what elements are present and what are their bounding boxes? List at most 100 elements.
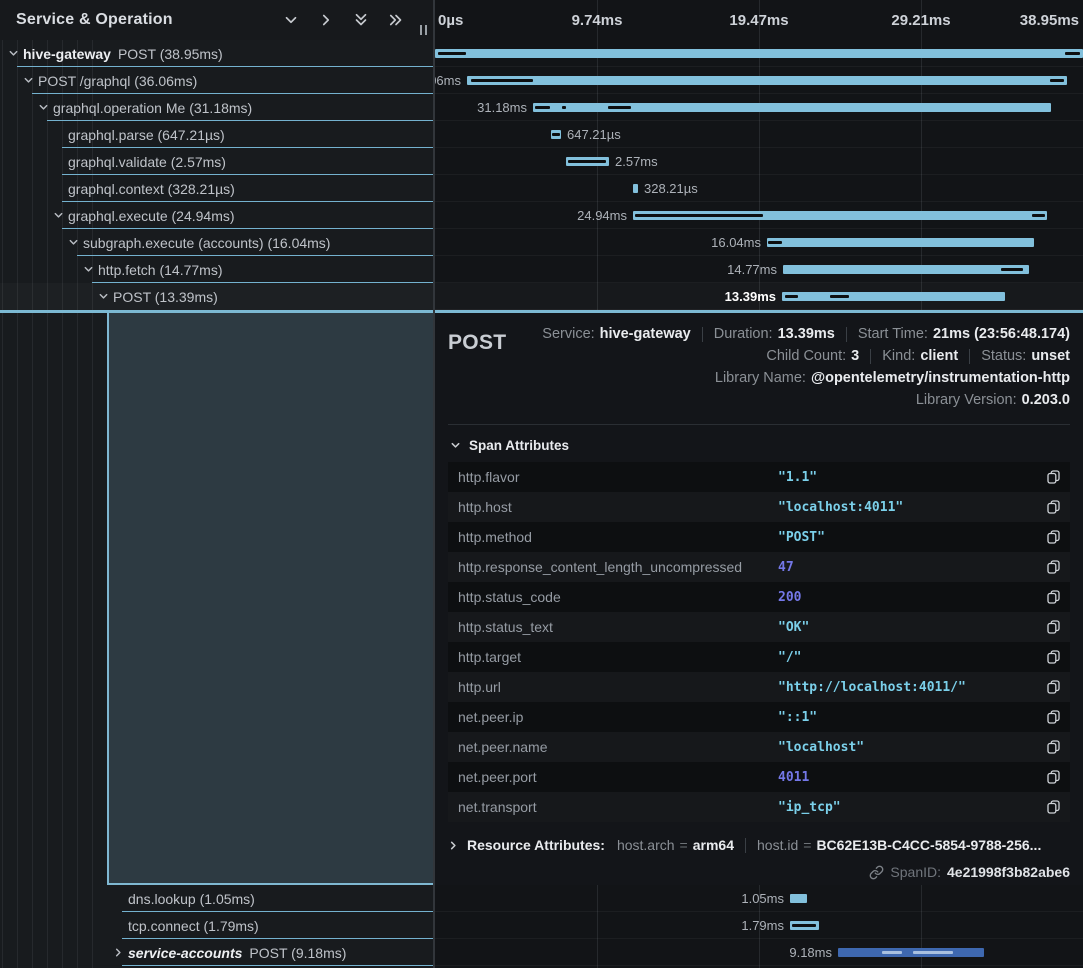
span-row[interactable]: POST (13.39ms) 13.39ms: [0, 283, 1083, 310]
span-timeline-cell[interactable]: 1.05ms: [435, 885, 1083, 912]
span-timeline-cell[interactable]: 31.18ms: [435, 94, 1083, 121]
span-duration-bar[interactable]: [467, 76, 1067, 85]
resource-attributes-row[interactable]: Resource Attributes: host.arch=arm64host…: [448, 837, 1070, 853]
copy-icon[interactable]: [1036, 800, 1070, 814]
span-row[interactable]: service-accountsPOST (9.18ms)9.18ms: [0, 939, 1083, 966]
span-duration-bar[interactable]: [790, 894, 807, 903]
span-duration-bar[interactable]: [790, 921, 819, 930]
attribute-row[interactable]: http.response_content_length_uncompresse…: [448, 552, 1070, 582]
span-tree-item[interactable]: subgraph.execute (accounts) (16.04ms): [0, 229, 435, 256]
span-tree-item[interactable]: tcp.connect (1.79ms): [0, 912, 435, 939]
span-tree-item[interactable]: service-accountsPOST (9.18ms): [0, 939, 435, 966]
span-row[interactable]: subgraph.execute (accounts) (16.04ms)16.…: [0, 229, 1083, 256]
span-row[interactable]: POST /graphql (36.06ms)36.06ms: [0, 67, 1083, 94]
span-duration-bar[interactable]: [533, 103, 1051, 112]
attribute-row[interactable]: http.flavor"1.1": [448, 462, 1070, 492]
attribute-key: http.method: [448, 529, 778, 545]
copy-icon[interactable]: [1036, 650, 1070, 664]
copy-icon[interactable]: [1036, 500, 1070, 514]
span-duration-bar[interactable]: [435, 49, 1083, 58]
double-chevron-down-icon[interactable]: [352, 11, 370, 29]
span-tree-item[interactable]: POST /graphql (36.06ms): [0, 67, 435, 94]
copy-icon[interactable]: [1036, 560, 1070, 574]
copy-icon[interactable]: [1036, 620, 1070, 634]
copy-icon[interactable]: [1036, 470, 1070, 484]
span-timeline-cell[interactable]: 24.94ms: [435, 202, 1083, 229]
copy-icon[interactable]: [1036, 710, 1070, 724]
collapse-chevron-icon[interactable]: [68, 237, 83, 248]
chevron-down-icon[interactable]: [282, 11, 300, 29]
copy-icon[interactable]: [1036, 590, 1070, 604]
attribute-row[interactable]: net.peer.port4011: [448, 762, 1070, 792]
span-tree-item[interactable]: graphql.context (328.21µs): [0, 175, 435, 202]
collapse-chevron-icon[interactable]: [8, 48, 23, 59]
span-tree-item[interactable]: graphql.validate (2.57ms): [0, 148, 435, 175]
span-timeline-cell[interactable]: 13.39ms: [435, 283, 1083, 310]
span-timeline-cell[interactable]: 16.04ms: [435, 229, 1083, 256]
link-icon[interactable]: [869, 865, 884, 880]
span-row[interactable]: hive-gatewayPOST (38.95ms): [0, 40, 1083, 67]
span-row[interactable]: graphql.context (328.21µs)328.21µs: [0, 175, 1083, 202]
span-tree-item[interactable]: graphql.execute (24.94ms): [0, 202, 435, 229]
panel-resize-divider[interactable]: [433, 0, 435, 968]
span-duration-bar[interactable]: [838, 948, 984, 957]
attribute-row[interactable]: http.status_text"OK": [448, 612, 1070, 642]
span-tree-item[interactable]: http.fetch (14.77ms): [0, 256, 435, 283]
span-timeline-cell[interactable]: 14.77ms: [435, 256, 1083, 283]
span-duration-bar[interactable]: [767, 238, 1034, 247]
collapse-chevron-icon[interactable]: [53, 210, 68, 221]
collapse-chevron-icon[interactable]: [23, 75, 38, 86]
span-timeline-cell[interactable]: 36.06ms: [435, 67, 1083, 94]
span-duration-bar[interactable]: [633, 211, 1047, 220]
span-timeline-cell[interactable]: 328.21µs: [435, 175, 1083, 202]
attribute-row[interactable]: http.status_code200: [448, 582, 1070, 612]
span-row[interactable]: graphql.validate (2.57ms)2.57ms: [0, 148, 1083, 175]
span-row[interactable]: graphql.parse (647.21µs)647.21µs: [0, 121, 1083, 148]
attribute-row[interactable]: net.peer.ip"::1": [448, 702, 1070, 732]
copy-icon[interactable]: [1036, 770, 1070, 784]
span-timeline-cell[interactable]: 647.21µs: [435, 121, 1083, 148]
chevron-right-icon[interactable]: [317, 11, 335, 29]
bar-child-marker: [562, 106, 566, 109]
span-tree-item[interactable]: dns.lookup (1.05ms): [0, 885, 435, 912]
copy-icon[interactable]: [1036, 740, 1070, 754]
attribute-row[interactable]: http.target"/": [448, 642, 1070, 672]
span-duration-bar[interactable]: [551, 130, 561, 139]
attribute-row[interactable]: net.transport"ip_tcp": [448, 792, 1070, 822]
span-tree-label-wrap: POST (13.39ms): [0, 289, 218, 305]
double-chevron-right-icon[interactable]: [387, 11, 405, 29]
expand-chevron-icon[interactable]: [113, 947, 128, 958]
span-duration-bar[interactable]: [782, 292, 1005, 301]
span-duration-bar[interactable]: [566, 157, 609, 166]
span-timeline-cell[interactable]: [435, 40, 1083, 67]
detail-meta-line: Library Version:0.203.0: [916, 389, 1070, 411]
copy-icon[interactable]: [1036, 680, 1070, 694]
span-duration-bar[interactable]: [633, 184, 638, 193]
span-tree-item[interactable]: hive-gatewayPOST (38.95ms): [0, 40, 435, 67]
collapse-chevron-icon[interactable]: [38, 102, 53, 113]
span-tree-item[interactable]: POST (13.39ms): [0, 283, 435, 310]
span-row[interactable]: graphql.execute (24.94ms)24.94ms: [0, 202, 1083, 229]
span-attributes-accordion[interactable]: Span Attributes: [448, 425, 1070, 462]
span-timeline-cell[interactable]: 9.18ms: [435, 939, 1083, 966]
span-row[interactable]: http.fetch (14.77ms)14.77ms: [0, 256, 1083, 283]
span-tree-item[interactable]: graphql.operation Me (31.18ms): [0, 94, 435, 121]
ruler-tick-label: 38.95ms: [1020, 0, 1079, 40]
attribute-row[interactable]: http.method"POST": [448, 522, 1070, 552]
chevron-down-icon: [450, 440, 461, 451]
span-timeline-cell[interactable]: 2.57ms: [435, 148, 1083, 175]
span-row[interactable]: graphql.operation Me (31.18ms)31.18ms: [0, 94, 1083, 121]
collapse-chevron-icon[interactable]: [83, 264, 98, 275]
attribute-row[interactable]: net.peer.name"localhost": [448, 732, 1070, 762]
span-timeline-cell[interactable]: 1.79ms: [435, 912, 1083, 939]
copy-icon[interactable]: [1036, 530, 1070, 544]
attribute-value: "1.1": [778, 470, 1036, 485]
attribute-row[interactable]: http.host"localhost:4011": [448, 492, 1070, 522]
span-row[interactable]: tcp.connect (1.79ms)1.79ms: [0, 912, 1083, 939]
span-tree-item[interactable]: graphql.parse (647.21µs): [0, 121, 435, 148]
collapse-chevron-icon[interactable]: [98, 291, 113, 302]
span-duration-bar[interactable]: [783, 265, 1029, 274]
panel-drag-handle[interactable]: [420, 25, 427, 35]
attribute-row[interactable]: http.url"http://localhost:4011/": [448, 672, 1070, 702]
span-row[interactable]: dns.lookup (1.05ms)1.05ms: [0, 885, 1083, 912]
